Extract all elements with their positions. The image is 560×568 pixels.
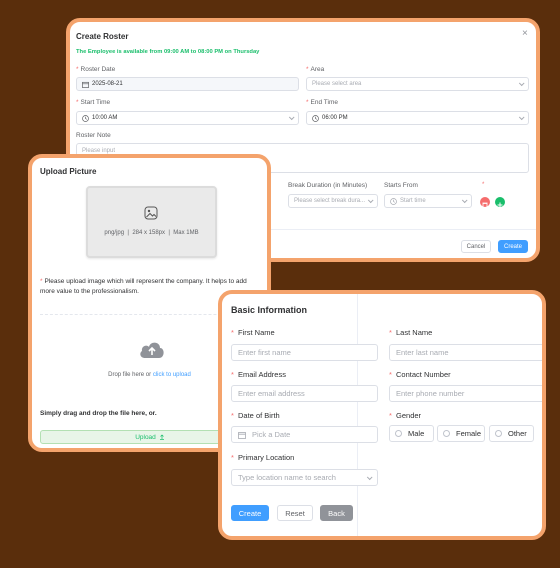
clock-icon <box>390 197 397 205</box>
primary-location-select[interactable]: Type location name to search <box>231 469 378 486</box>
last-name-label: * Last Name <box>389 328 433 337</box>
primary-location-label: * Primary Location <box>231 453 295 462</box>
first-name-label: * First Name <box>231 328 275 337</box>
image-icon <box>144 206 158 220</box>
dialog-title: Create Roster <box>76 32 129 41</box>
starts-from-select[interactable]: Start time <box>384 194 472 208</box>
chevron-down-icon <box>518 114 525 121</box>
radio-circle <box>395 430 402 437</box>
first-name-input[interactable]: Enter first name <box>231 344 378 361</box>
calendar-icon <box>82 81 89 88</box>
form-title: Basic Information <box>231 305 308 315</box>
reset-button[interactable]: Reset <box>277 505 313 521</box>
chevron-down-icon <box>367 197 374 204</box>
availability-notice: The Employee is available from 09:00 AM … <box>76 49 260 55</box>
calendar-icon <box>238 431 246 439</box>
chevron-down-icon <box>461 197 468 204</box>
required-marker: * <box>482 182 485 188</box>
clock-icon <box>312 114 319 122</box>
back-button[interactable]: Back <box>320 505 353 521</box>
chevron-down-icon <box>366 473 373 480</box>
create-roster-button[interactable]: Create <box>498 240 528 253</box>
cloud-upload-icon <box>140 342 164 358</box>
roster-date-label: * Roster Date <box>76 66 116 73</box>
gender-radio-other[interactable]: Other <box>489 425 534 442</box>
upload-title: Upload Picture <box>40 167 97 176</box>
starts-from-label: Starts From <box>384 182 418 189</box>
gender-radio-male[interactable]: Male <box>389 425 434 442</box>
email-label: * Email Address <box>231 370 286 379</box>
roster-note-label: Roster Note <box>76 132 111 139</box>
clock-icon <box>82 114 89 122</box>
radio-circle <box>495 430 502 437</box>
roster-date-input[interactable]: 2025-08-21 <box>76 77 299 91</box>
contact-number-label: * Contact Number <box>389 370 451 379</box>
gender-radio-female[interactable]: Female <box>437 425 485 442</box>
end-time-select[interactable]: 06:00 PM <box>306 111 529 125</box>
contact-number-input[interactable]: Enter phone number <box>389 385 542 402</box>
column-divider <box>357 294 358 536</box>
area-label: * Area <box>306 66 325 73</box>
click-to-upload-link[interactable]: click to upload <box>153 372 191 378</box>
radio-circle <box>443 430 450 437</box>
close-icon[interactable]: × <box>522 28 528 39</box>
last-name-input[interactable]: Enter last name <box>389 344 542 361</box>
break-duration-select[interactable]: Please select break dura... <box>288 194 378 208</box>
add-icon[interactable] <box>495 197 505 208</box>
delete-icon[interactable] <box>480 197 490 208</box>
create-button[interactable]: Create <box>231 505 269 521</box>
cancel-button[interactable]: Cancel <box>461 240 491 253</box>
dob-label: * Date of Birth <box>231 411 280 420</box>
email-input[interactable]: Enter email address <box>231 385 378 402</box>
gender-label: * Gender <box>389 411 422 420</box>
basic-information-form: Basic Information * First Name Enter fir… <box>218 290 546 540</box>
area-select[interactable]: Please select area <box>306 77 529 91</box>
start-time-label: * Start Time <box>76 99 111 106</box>
image-spec: png/jpg | 284 x 158px | Max 1MB <box>104 230 199 236</box>
dob-date-picker[interactable]: Pick a Date <box>231 426 378 443</box>
upload-icon <box>159 434 164 440</box>
chevron-down-icon <box>518 80 525 87</box>
drag-drop-instruction: Simply drag and drop the file here, or. <box>40 410 157 417</box>
end-time-label: * End Time <box>306 99 338 106</box>
break-duration-label: Break Duration (in Minutes) <box>288 182 368 189</box>
image-preview-box[interactable]: png/jpg | 284 x 158px | Max 1MB <box>86 186 217 258</box>
start-time-select[interactable]: 10:00 AM <box>76 111 299 125</box>
chevron-down-icon <box>288 114 295 121</box>
